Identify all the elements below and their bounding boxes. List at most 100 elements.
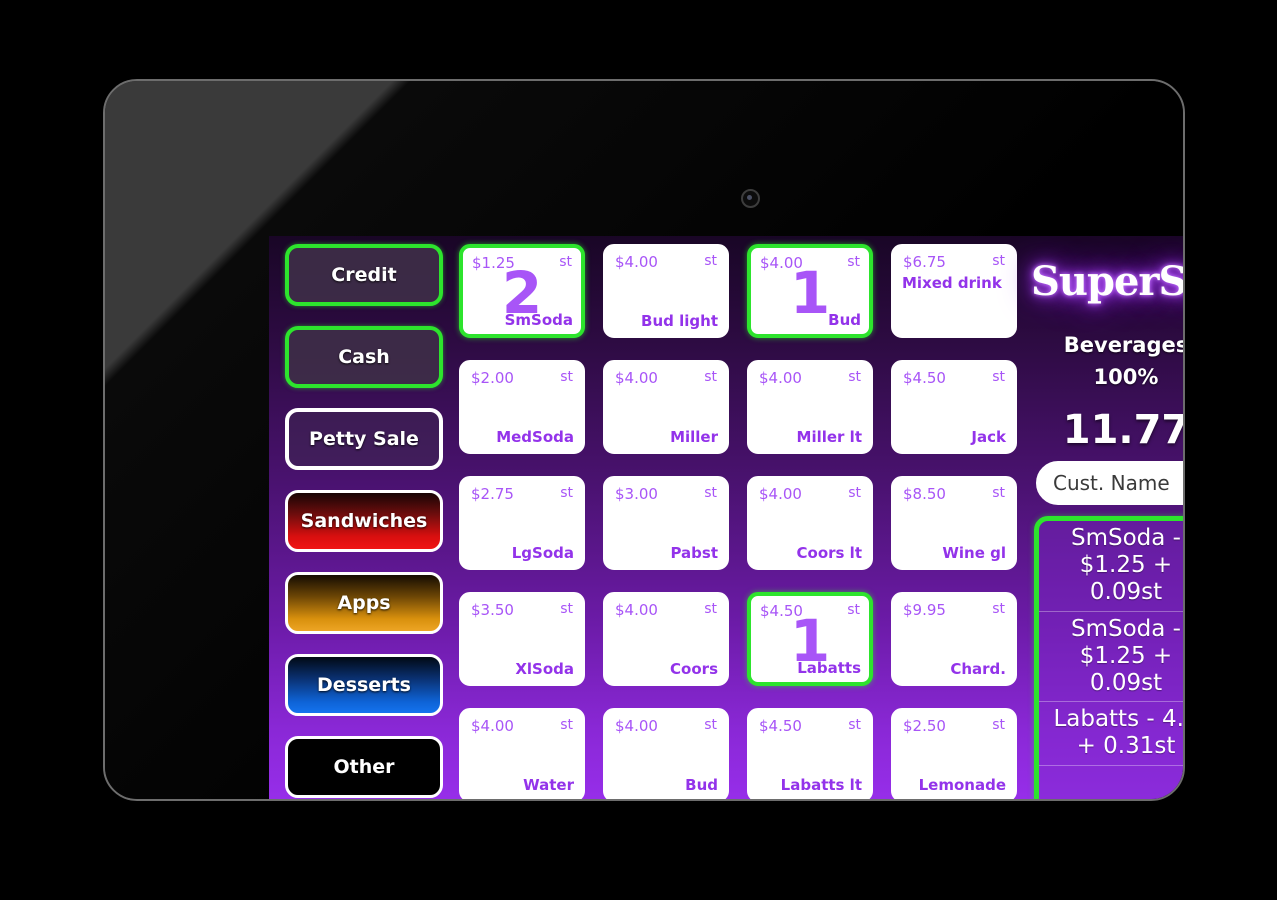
product-tile[interactable]: $4.00 st Bud [603, 708, 729, 799]
product-tile[interactable]: $4.50 st Labatts lt [747, 708, 873, 799]
sidebar-item-credit[interactable]: Credit [285, 244, 443, 306]
product-name: Labatts lt [780, 776, 862, 795]
product-tax-label: st [560, 485, 573, 501]
sidebar-item-label: Petty Sale [309, 428, 419, 450]
camera-lens-icon [741, 189, 760, 208]
product-tile[interactable]: $2.75 st LgSoda [459, 476, 585, 570]
product-price: $2.50 [903, 717, 946, 735]
product-tax-label: st [847, 254, 860, 270]
product-tile[interactable]: $1.25 st SmSoda 2 [459, 244, 585, 338]
product-tile[interactable]: $2.00 st MedSoda [459, 360, 585, 454]
sidebar-item-sandwiches[interactable]: Sandwiches [285, 490, 443, 552]
product-tile[interactable]: $4.00 st Coors lt [747, 476, 873, 570]
product-name: Miller lt [796, 428, 862, 447]
product-tile[interactable]: $4.00 st Bud light [603, 244, 729, 338]
product-tile[interactable]: $4.00 st Miller [603, 360, 729, 454]
product-price: $4.00 [759, 485, 802, 503]
product-tile[interactable]: $4.50 st Jack [891, 360, 1017, 454]
product-price: $3.00 [615, 485, 658, 503]
product-tile[interactable]: $3.50 st XlSoda [459, 592, 585, 686]
product-name: Coors lt [796, 544, 862, 563]
product-price: $4.00 [615, 601, 658, 619]
tablet-device: Credit Cash Petty Sale Sandwiches Apps Desser… [103, 79, 1185, 801]
product-tile[interactable]: $9.95 st Chard. [891, 592, 1017, 686]
product-tax-label: st [992, 369, 1005, 385]
product-name: Bud [828, 311, 861, 330]
category-sidebar: Credit Cash Petty Sale Sandwiches Apps Desser… [285, 244, 445, 799]
product-price: $4.50 [903, 369, 946, 387]
product-price: $4.00 [615, 717, 658, 735]
sidebar-item-other[interactable]: Other [285, 736, 443, 798]
product-price: $1.25 [472, 254, 515, 272]
product-tile[interactable]: $4.00 st Coors [603, 592, 729, 686]
percent-label: 100% [1093, 365, 1159, 389]
product-name: Jack [971, 428, 1006, 447]
receipt-line-item: SmSoda - $1.25 + 0.09st [1039, 612, 1183, 703]
sidebar-item-cash[interactable]: Cash [285, 326, 443, 388]
pos-app-screen: Credit Cash Petty Sale Sandwiches Apps Desser… [269, 236, 1183, 799]
product-tile[interactable]: $4.50 st Labatts 1 [747, 592, 873, 686]
product-tax-label: st [992, 601, 1005, 617]
product-price: $4.50 [759, 717, 802, 735]
store-logo: SuperStore [1031, 258, 1183, 305]
product-name: Miller [670, 428, 718, 447]
product-price: $8.50 [903, 485, 946, 503]
product-price: $4.00 [759, 369, 802, 387]
product-price: $3.50 [471, 601, 514, 619]
product-tile[interactable]: $6.75 st Mixed drink [891, 244, 1017, 338]
product-name: Chard. [950, 660, 1006, 679]
sidebar-item-desserts[interactable]: Desserts [285, 654, 443, 716]
product-tax-label: st [704, 253, 717, 269]
sidebar-item-apps[interactable]: Apps [285, 572, 443, 634]
product-name: XlSoda [515, 660, 574, 679]
sidebar-item-label: Credit [331, 264, 397, 286]
sidebar-item-label: Cash [338, 346, 390, 368]
product-tile[interactable]: $4.00 st Water [459, 708, 585, 799]
product-name: Bud light [641, 312, 718, 331]
product-name: LgSoda [511, 544, 574, 563]
product-tax-label: st [847, 602, 860, 618]
customer-name-input[interactable] [1036, 461, 1183, 505]
product-name: Bud [685, 776, 718, 795]
product-price: $4.00 [615, 253, 658, 271]
product-price: $4.00 [760, 254, 803, 272]
product-name: SmSoda [504, 311, 573, 330]
product-price: $2.00 [471, 369, 514, 387]
product-price: $9.95 [903, 601, 946, 619]
product-name: Wine gl [942, 544, 1006, 563]
product-name: Coors [670, 660, 718, 679]
sidebar-item-label: Desserts [317, 674, 411, 696]
order-total: 11.77 [1062, 407, 1183, 453]
product-tax-label: st [704, 485, 717, 501]
receipt-line-item: Labatts - 4.5 + 0.31st [1039, 702, 1183, 767]
sidebar-item-label: Apps [337, 592, 391, 614]
product-tax-label: st [848, 369, 861, 385]
product-tax-label: st [704, 601, 717, 617]
product-name: Lemonade [918, 776, 1006, 795]
product-tax-label: st [992, 485, 1005, 501]
product-name: MedSoda [496, 428, 574, 447]
product-name: Labatts [797, 659, 861, 678]
sidebar-item-petty-sale[interactable]: Petty Sale [285, 408, 443, 470]
product-tax-label: st [560, 601, 573, 617]
product-tax-label: st [704, 717, 717, 733]
product-price: $4.00 [471, 717, 514, 735]
category-title: Beverages [1063, 333, 1183, 357]
product-tax-label: st [848, 485, 861, 501]
product-tax-label: st [848, 717, 861, 733]
product-price: $4.50 [760, 602, 803, 620]
receipt-line-item: SmSoda - $1.25 + 0.09st [1039, 521, 1183, 612]
receipt-list[interactable]: SmSoda - $1.25 + 0.09st SmSoda - $1.25 + … [1034, 516, 1183, 799]
product-tax-label: st [560, 369, 573, 385]
product-tile[interactable]: $3.00 st Pabst [603, 476, 729, 570]
product-tax-label: st [560, 717, 573, 733]
sidebar-item-label: Other [333, 756, 395, 778]
product-tile[interactable]: $8.50 st Wine gl [891, 476, 1017, 570]
product-tile[interactable]: $2.50 st Lemonade [891, 708, 1017, 799]
product-tile[interactable]: $4.00 st Bud 1 [747, 244, 873, 338]
product-price: $6.75 [903, 253, 946, 271]
screenshot-root: Credit Cash Petty Sale Sandwiches Apps Desser… [0, 0, 1277, 900]
product-tile[interactable]: $4.00 st Miller lt [747, 360, 873, 454]
product-grid: $1.25 st SmSoda 2 $4.00 st Bud light $4.00 st Bud… [459, 244, 1025, 799]
product-price: $2.75 [471, 485, 514, 503]
